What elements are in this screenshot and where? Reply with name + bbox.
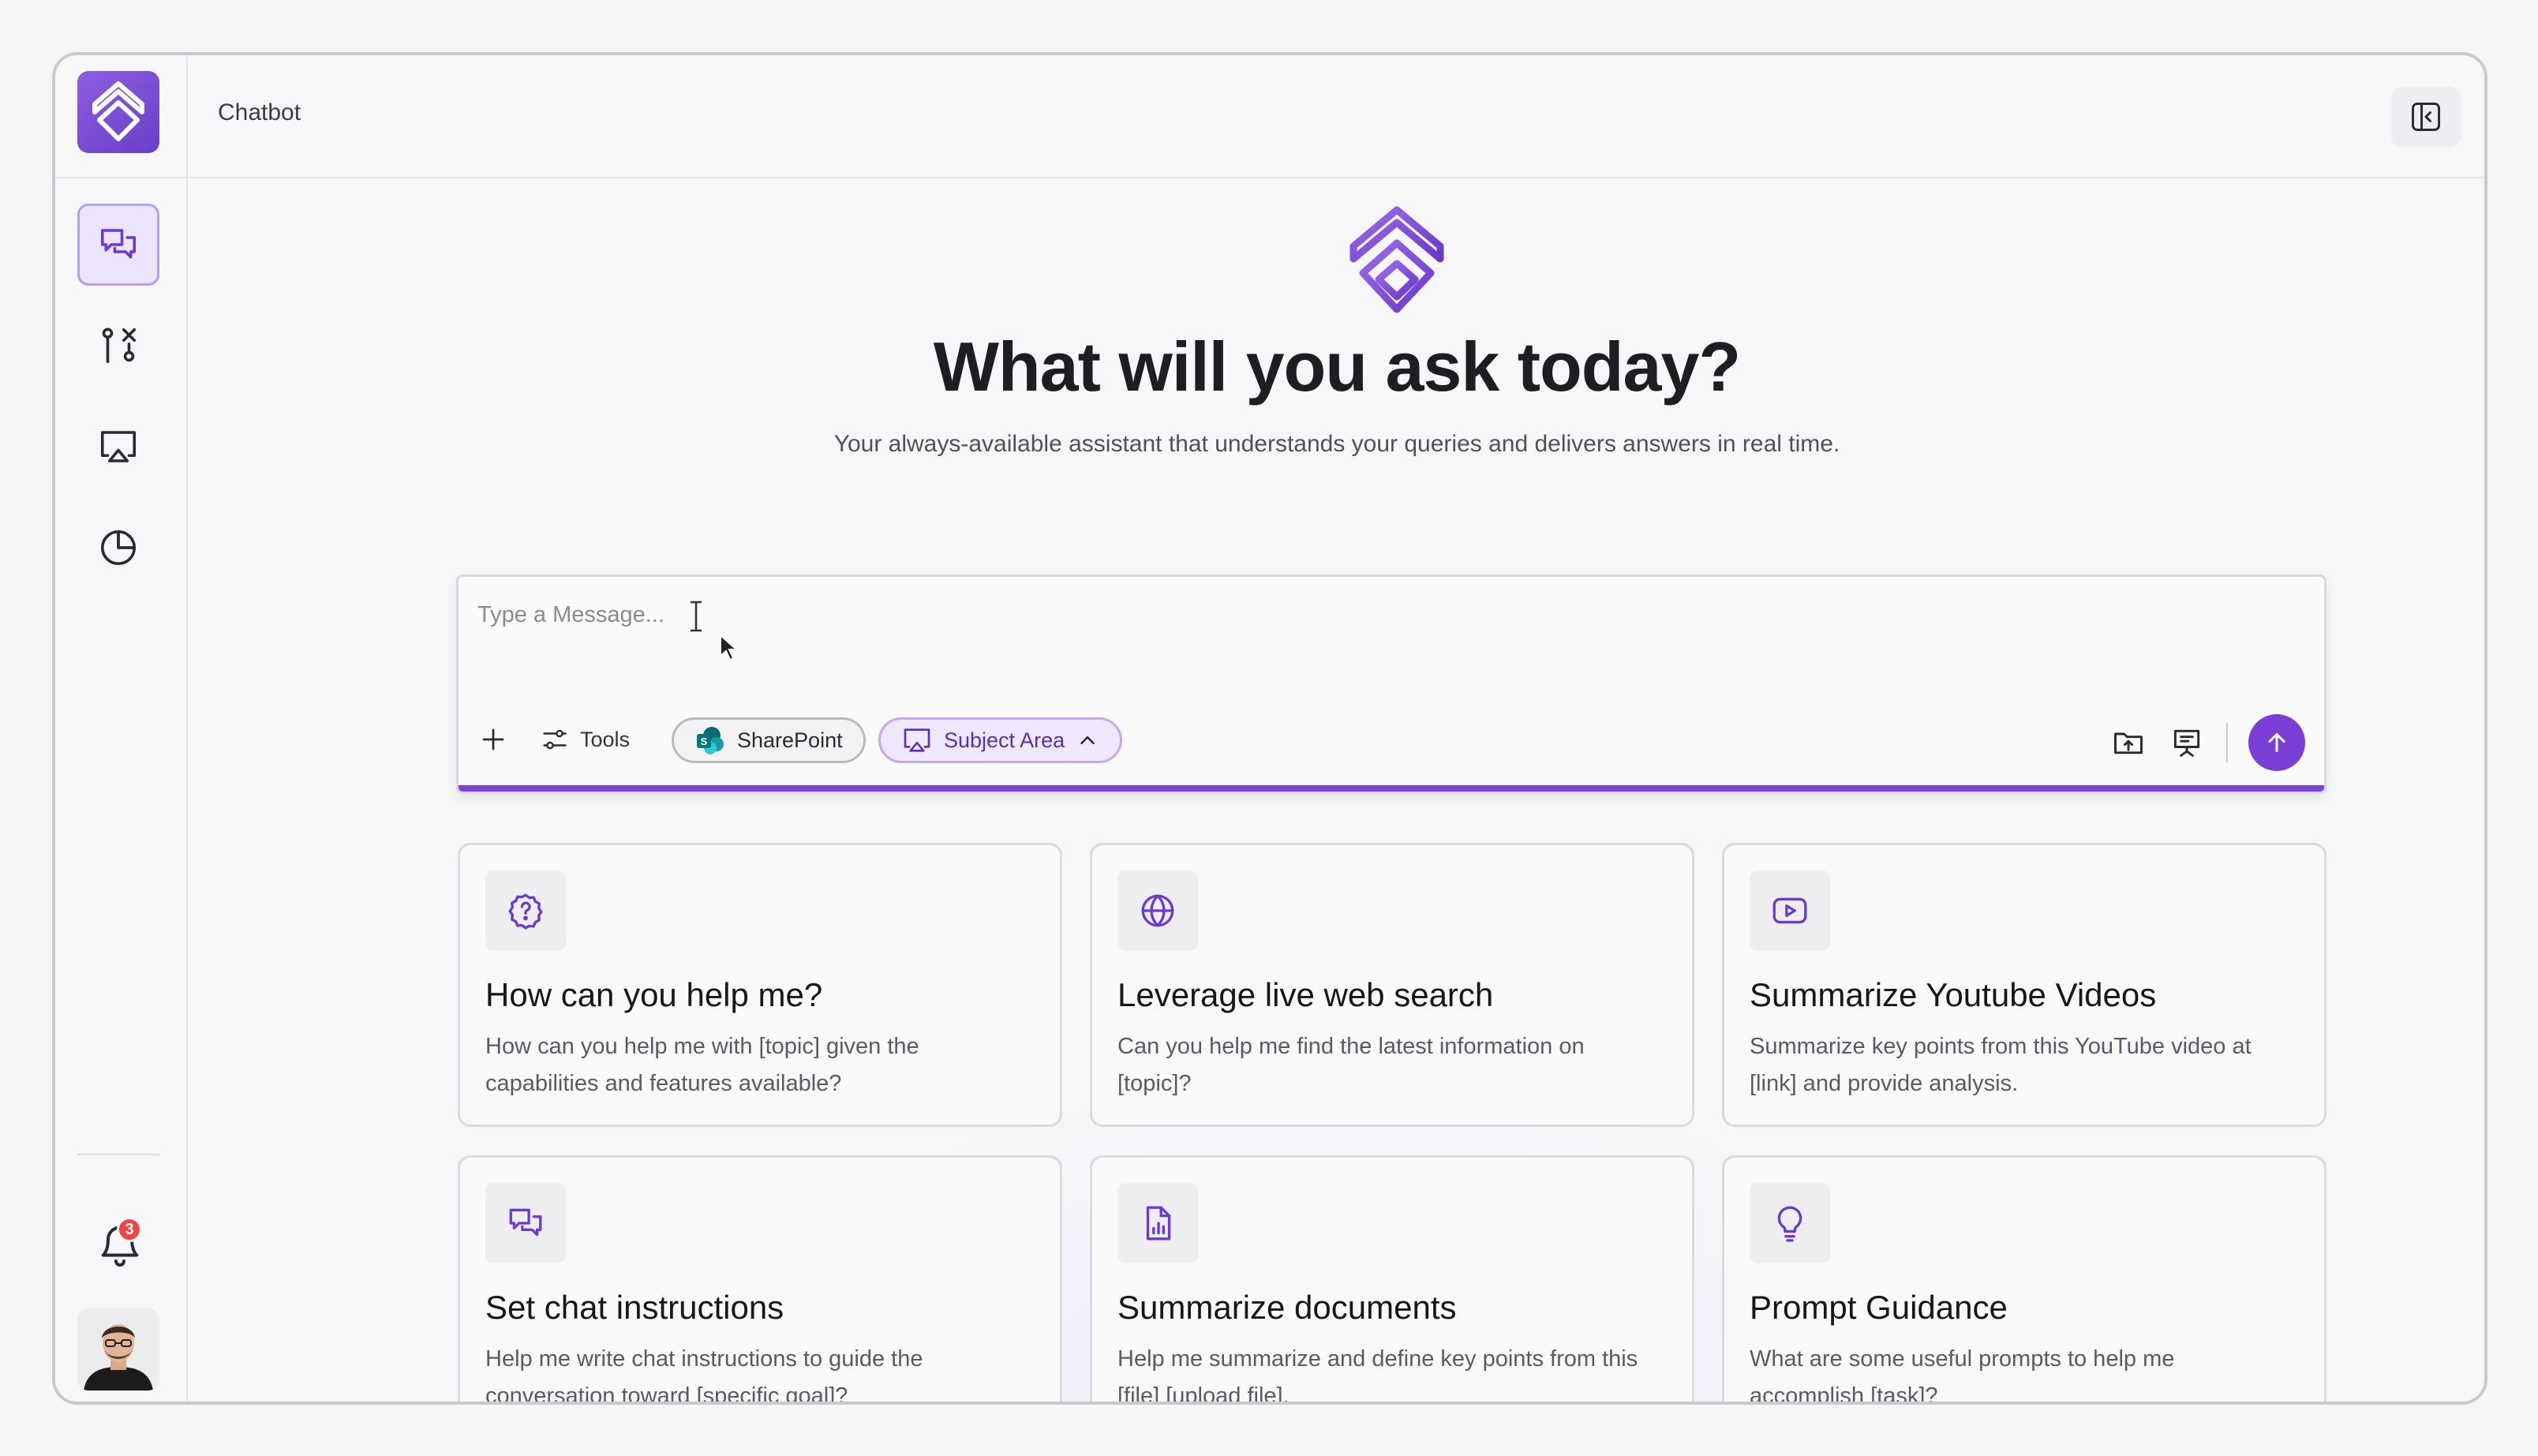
airplay-icon [904, 728, 930, 752]
sidebar-item-presentations[interactable] [77, 406, 159, 488]
sharepoint-label: SharePoint [737, 728, 843, 752]
sliders-icon [543, 729, 567, 750]
app-logo[interactable] [77, 71, 159, 153]
card-description: Help me write chat instructions to guide… [485, 1346, 923, 1405]
text-cursor-icon [691, 601, 702, 632]
git-compare-icon [102, 328, 137, 364]
card-icon-box [485, 870, 566, 951]
hero-logo-icon [1349, 206, 1444, 313]
card-description: Help me summarize and define key points … [1117, 1346, 1638, 1405]
top-header: Chatbot [189, 55, 2484, 178]
prompt-library-button[interactable] [2168, 724, 2206, 762]
page-title: Chatbot [218, 99, 301, 125]
hero-title: What will you ask today? [933, 328, 1741, 406]
airplay-icon [100, 431, 137, 462]
add-attachment-button[interactable] [477, 724, 509, 755]
sidebar-item-workflows[interactable] [77, 305, 159, 387]
arrow-up-icon [2268, 733, 2285, 752]
message-composer: Tools S SharePoint Subject Area [456, 575, 2326, 794]
help-badge-icon [508, 893, 543, 930]
mouse-pointer-icon [720, 634, 739, 661]
card-description: What are some useful prompts to help me … [1750, 1346, 2175, 1405]
card-icon-box [485, 1183, 566, 1263]
suggestion-card[interactable]: Leverage live web search Can you help me… [1090, 843, 1694, 1127]
upload-folder-button[interactable] [2109, 724, 2147, 762]
presentation-chat-icon [2173, 729, 2200, 757]
toggle-panel-button[interactable] [2391, 87, 2461, 147]
avatar-image [77, 1308, 159, 1390]
card-title: Prompt Guidance [1750, 1289, 2008, 1326]
send-button[interactable] [2248, 714, 2305, 771]
message-input[interactable] [477, 596, 1582, 634]
lightbulb-icon [1777, 1206, 1802, 1242]
card-title: How can you help me? [485, 976, 823, 1013]
subject-area-label: Subject Area [944, 728, 1065, 752]
pie-chart-icon [100, 530, 137, 566]
globe-icon [1141, 894, 1174, 927]
panel-toggle-icon [2412, 103, 2440, 131]
card-title: Summarize documents [1117, 1289, 1457, 1326]
suggestion-card[interactable]: Prompt Guidance What are some useful pro… [1722, 1155, 2326, 1405]
card-description: Can you help me find the latest informat… [1117, 1034, 1585, 1096]
card-description: How can you help me with [topic] given t… [485, 1034, 919, 1096]
tools-label: Tools [580, 727, 631, 751]
sidebar-item-analytics[interactable] [77, 507, 159, 589]
toolbar-separator [2226, 723, 2228, 762]
sidebar-item-chat[interactable] [77, 204, 159, 286]
suggestion-card[interactable]: Set chat instructions Help me write chat… [458, 1155, 1062, 1405]
chat-bubbles-icon [100, 229, 137, 259]
plus-icon [482, 728, 504, 750]
app-window: 3 Chatbot What will you ask today? Your … [52, 52, 2487, 1405]
svg-text:S: S [701, 735, 708, 747]
card-icon-box [1750, 870, 1830, 951]
sharepoint-icon: S [697, 727, 724, 754]
sidebar-divider-bottom [77, 1154, 159, 1155]
youtube-icon [1772, 897, 1807, 924]
suggestion-card[interactable]: How can you help me? How can you help me… [458, 843, 1062, 1127]
suggestion-card[interactable]: Summarize Youtube Videos Summarize key p… [1722, 843, 2326, 1127]
main-content: What will you ask today? Your always-ava… [189, 180, 2484, 1402]
logo-icon [92, 81, 144, 141]
subject-area-chip[interactable]: Subject Area [878, 717, 1123, 763]
card-icon-box [1117, 870, 1198, 951]
document-chart-icon [1146, 1206, 1171, 1241]
suggestion-card[interactable]: Summarize documents Help me summarize an… [1090, 1155, 1694, 1405]
hero-subtitle: Your always-available assistant that und… [833, 431, 1840, 457]
card-title: Set chat instructions [485, 1289, 784, 1326]
card-title: Summarize Youtube Videos [1750, 976, 2157, 1013]
card-icon-box [1750, 1183, 1830, 1263]
user-avatar[interactable] [77, 1308, 159, 1390]
folder-upload-icon [2114, 732, 2143, 754]
card-icon-box [1117, 1183, 1198, 1263]
card-title: Leverage live web search [1117, 976, 1494, 1013]
sharepoint-chip[interactable]: S SharePoint [672, 717, 866, 763]
composer-actions [2109, 714, 2305, 771]
sidebar: 3 [55, 55, 188, 1402]
chevron-up-icon [1080, 736, 1095, 744]
chat-bubbles-icon [509, 1208, 542, 1237]
tools-button[interactable]: Tools [541, 724, 630, 755]
notification-badge: 3 [117, 1217, 142, 1242]
sidebar-divider-top [55, 177, 188, 178]
card-description: Summarize key points from this YouTube v… [1750, 1034, 2252, 1096]
